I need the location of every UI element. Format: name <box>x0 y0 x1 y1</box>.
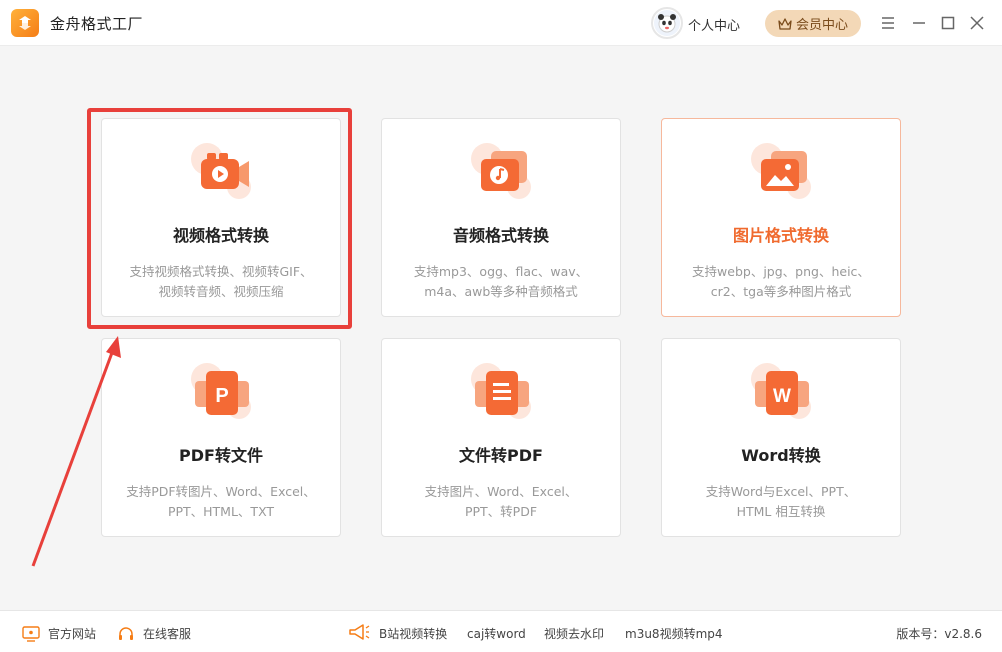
online-service-link[interactable]: 在线客服 <box>117 625 191 642</box>
card-description: 支持图片、Word、Excel、 PPT、转PDF <box>392 482 610 522</box>
card-file-to-pdf[interactable]: 文件转PDF 支持图片、Word、Excel、 PPT、转PDF <box>381 338 621 537</box>
card-desc-line: cr2、tga等多种图片格式 <box>710 284 852 299</box>
card-desc-line: 支持视频格式转换、视频转GIF、 <box>129 264 313 279</box>
card-desc-line: 支持webp、jpg、png、heic、 <box>692 264 870 279</box>
card-description: 支持Word与Excel、PPT、 HTML 相互转换 <box>672 482 890 522</box>
minimize-icon[interactable] <box>909 13 929 33</box>
official-website-link[interactable]: 官方网站 <box>22 625 96 642</box>
card-desc-line: 支持PDF转图片、Word、Excel、 <box>126 484 316 499</box>
card-video-convert[interactable]: 视频格式转换 支持视频格式转换、视频转GIF、 视频转音频、视频压缩 <box>101 118 341 317</box>
card-title: 图片格式转换 <box>732 226 829 245</box>
card-title: 音频格式转换 <box>452 226 549 245</box>
card-desc-line: 支持图片、Word、Excel、 <box>424 484 578 499</box>
card-description: 支持视频格式转换、视频转GIF、 视频转音频、视频压缩 <box>112 262 330 302</box>
vip-center-label: 会员中心 <box>795 18 848 33</box>
monitor-icon <box>22 625 40 642</box>
vip-center-button[interactable]: 会员中心 <box>765 10 861 37</box>
word-w-icon: W <box>749 359 815 425</box>
bilibili-convert-link[interactable]: B站视频转换 <box>379 625 447 642</box>
card-description: 支持mp3、ogg、flac、wav、 m4a、awb等多种音频格式 <box>392 262 610 302</box>
remove-watermark-link[interactable]: 视频去水印 <box>544 625 604 642</box>
card-desc-line: 支持Word与Excel、PPT、 <box>705 484 857 499</box>
card-desc-line: PPT、转PDF <box>464 504 538 519</box>
document-icon <box>469 359 535 425</box>
music-icon <box>469 139 535 205</box>
card-title: PDF转文件 <box>179 446 263 465</box>
annotation-arrow <box>31 336 121 567</box>
card-desc-line: HTML 相互转换 <box>736 504 826 519</box>
card-desc-line: m4a、awb等多种音频格式 <box>424 284 578 299</box>
crown-icon <box>778 17 792 30</box>
app-logo-icon <box>11 9 39 37</box>
maximize-icon[interactable] <box>938 13 958 33</box>
video-icon <box>189 139 255 205</box>
caj-to-word-link[interactable]: caj转word <box>467 625 526 642</box>
card-desc-line: 支持mp3、ogg、flac、wav、 <box>413 264 589 279</box>
app-title: 金舟格式工厂 <box>50 15 144 33</box>
user-center-link[interactable]: 个人中心 <box>688 15 740 34</box>
avatar[interactable] <box>651 7 683 39</box>
card-pdf-to-file[interactable]: P PDF转文件 支持PDF转图片、Word、Excel、 PPT、HTML、T… <box>101 338 341 537</box>
title-bar: 金舟格式工厂 个人中心 会员中心 <box>0 0 1002 46</box>
card-word-convert[interactable]: W Word转换 支持Word与Excel、PPT、 HTML 相互转换 <box>661 338 901 537</box>
headset-icon <box>119 626 133 640</box>
official-website-label: 官方网站 <box>48 627 97 641</box>
version-label: 版本号：v2.8.6 <box>896 627 982 641</box>
card-description: 支持PDF转图片、Word、Excel、 PPT、HTML、TXT <box>112 482 330 522</box>
card-title: Word转换 <box>741 446 821 465</box>
menu-icon[interactable] <box>878 13 898 33</box>
card-title: 视频格式转换 <box>172 226 269 245</box>
m3u8-to-mp4-link[interactable]: m3u8视频转mp4 <box>625 625 723 642</box>
card-audio-convert[interactable]: 音频格式转换 支持mp3、ogg、flac、wav、 m4a、awb等多种音频格… <box>381 118 621 317</box>
footer-bar: 官方网站 在线客服 B站视频转换 caj转word 视频去水印 m3u8视频转m… <box>0 610 1002 652</box>
svg-text:W: W <box>773 386 791 407</box>
online-service-label: 在线客服 <box>143 627 192 641</box>
card-description: 支持webp、jpg、png、heic、 cr2、tga等多种图片格式 <box>672 262 890 302</box>
close-icon[interactable] <box>967 13 987 33</box>
card-desc-line: 视频转音频、视频压缩 <box>158 284 284 299</box>
pdf-p-icon: P <box>189 359 255 425</box>
card-desc-line: PPT、HTML、TXT <box>167 504 275 519</box>
svg-text:P: P <box>215 385 228 407</box>
card-title: 文件转PDF <box>459 446 543 465</box>
image-icon <box>749 139 815 205</box>
megaphone-icon <box>348 623 378 641</box>
card-image-convert[interactable]: 图片格式转换 支持webp、jpg、png、heic、 cr2、tga等多种图片… <box>661 118 901 317</box>
